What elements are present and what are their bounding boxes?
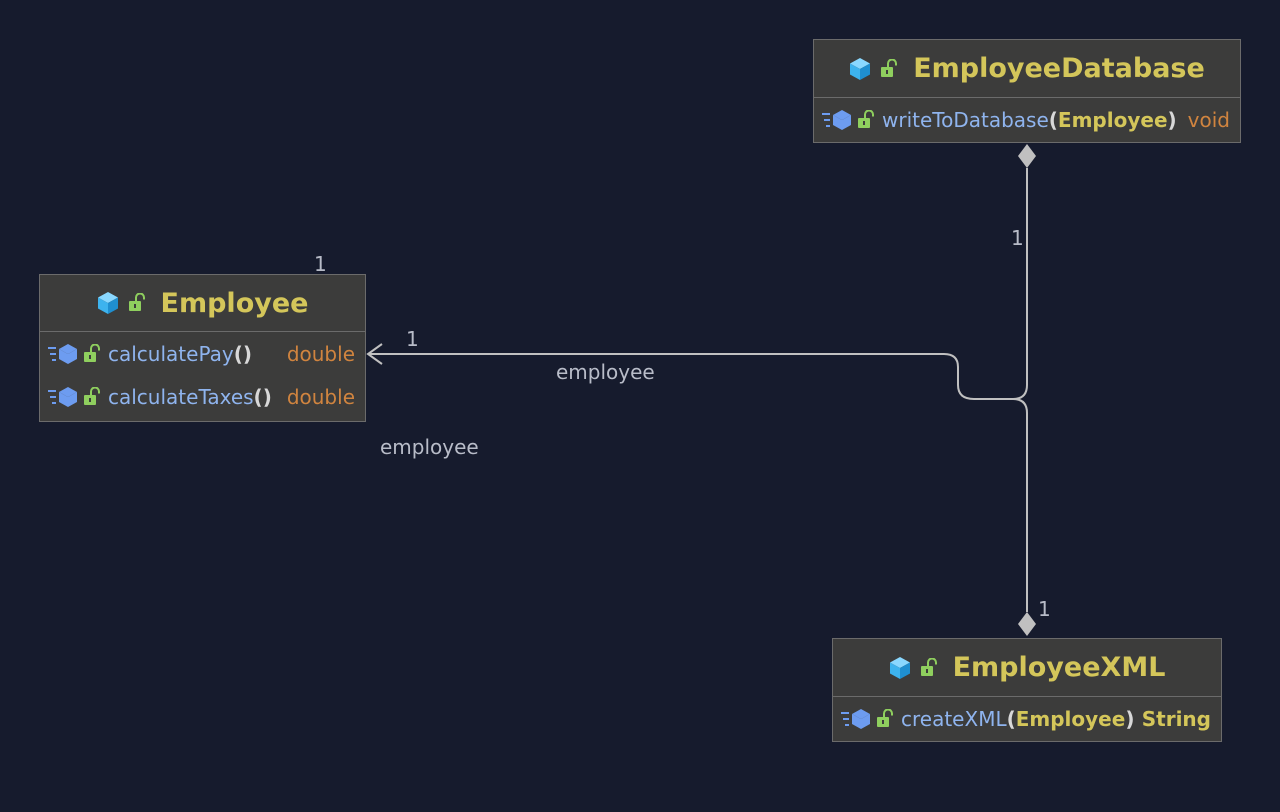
multiplicity-database: 1 <box>1011 226 1024 250</box>
method-icon <box>841 708 871 730</box>
method-signature: createXML(Employee) <box>901 707 1134 731</box>
multiplicity-arrow-end: 1 <box>406 327 419 351</box>
paren-open: ( <box>1006 706 1016 731</box>
paren-close: ) <box>1125 706 1135 731</box>
class-name: EmployeeDatabase <box>913 53 1205 84</box>
unlock-icon <box>877 708 893 729</box>
method-name: calculatePay <box>108 341 234 366</box>
method-signature: writeToDatabase(Employee) <box>882 108 1177 132</box>
class-employee[interactable]: Employee calculatePay() double calculate… <box>39 274 366 422</box>
unlock-icon <box>84 343 100 364</box>
cube-icon <box>849 57 871 81</box>
multiplicity-xml: 1 <box>1038 597 1051 621</box>
class-name: Employee <box>160 287 309 319</box>
method-name: createXML <box>901 706 1007 731</box>
method-signature: calculateTaxes() <box>108 385 272 409</box>
method-icon <box>822 109 852 131</box>
cube-icon <box>97 291 119 315</box>
association-line-database <box>369 168 1028 400</box>
composition-diamond-database <box>1018 144 1036 168</box>
return-type: String <box>1141 706 1211 731</box>
return-type: double <box>286 341 355 366</box>
param-type: Employee <box>1057 107 1168 132</box>
paren-close: ) <box>242 341 252 366</box>
unlock-icon <box>881 58 898 79</box>
paren-open: ( <box>253 384 263 409</box>
method-signature: calculatePay() <box>108 342 252 366</box>
class-header: EmployeeDatabase <box>814 40 1240 98</box>
role-label-upper: employee <box>556 360 655 384</box>
return-type: double <box>286 384 355 409</box>
method-row[interactable]: writeToDatabase(Employee) void <box>814 98 1240 141</box>
paren-open: ( <box>1048 107 1058 132</box>
paren-open: ( <box>233 341 243 366</box>
return-type: void <box>1187 107 1230 132</box>
paren-close: ) <box>262 384 272 409</box>
method-row[interactable]: calculatePay() double <box>40 332 365 375</box>
unlock-icon <box>920 657 937 678</box>
class-header: Employee <box>40 275 365 332</box>
role-label-lower: employee <box>380 435 479 459</box>
unlock-icon <box>858 109 874 130</box>
method-name: calculateTaxes <box>108 384 254 409</box>
unlock-icon <box>84 386 100 407</box>
unlock-icon <box>128 292 145 313</box>
composition-diamond-xml <box>1018 612 1036 636</box>
method-row[interactable]: calculateTaxes() double <box>40 375 365 418</box>
class-header: EmployeeXML <box>833 639 1221 697</box>
cube-icon <box>889 656 911 680</box>
class-employee-xml[interactable]: EmployeeXML createXML(Employee) String <box>832 638 1222 742</box>
method-icon <box>48 343 78 365</box>
method-name: writeToDatabase <box>882 107 1049 132</box>
paren-close: ) <box>1167 107 1177 132</box>
method-icon <box>48 386 78 408</box>
association-line-xml <box>1012 398 1028 612</box>
class-employee-database[interactable]: EmployeeDatabase writeToDatabase(Employe… <box>813 39 1241 143</box>
multiplicity-employee-top: 1 <box>314 252 327 276</box>
class-name: EmployeeXML <box>952 652 1166 683</box>
param-type: Employee <box>1015 706 1126 731</box>
method-row[interactable]: createXML(Employee) String <box>833 697 1221 740</box>
